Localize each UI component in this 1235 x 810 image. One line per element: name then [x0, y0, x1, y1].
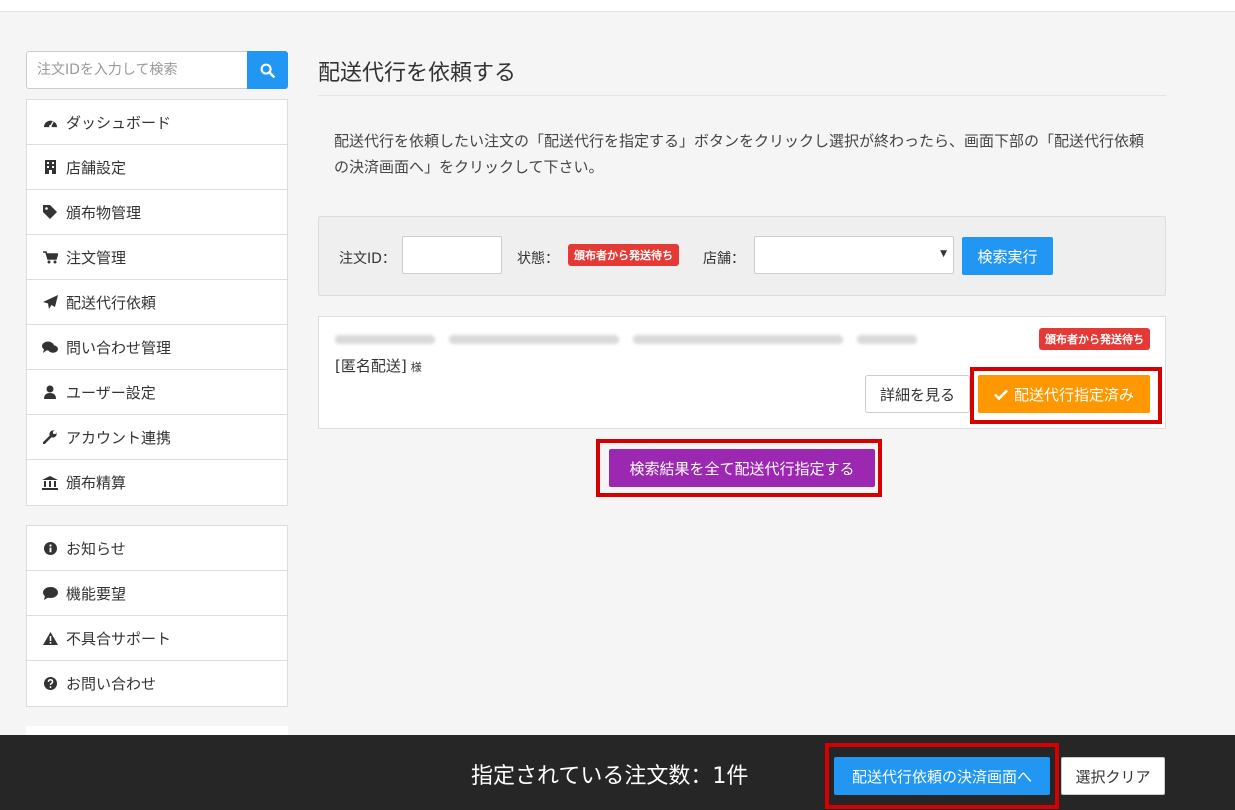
building-icon — [41, 160, 59, 174]
sidebar-support-menu: お知らせ 機能要望 不具合サポート お問い合わせ — [26, 525, 288, 707]
sidebar-item-news[interactable]: お知らせ — [27, 526, 287, 571]
sidebar-item-settlement[interactable]: 頒布精算 — [27, 460, 287, 505]
sidebar-item-label: お知らせ — [66, 539, 126, 558]
search-execute-button[interactable]: 検索実行 — [962, 237, 1053, 275]
check-icon — [994, 389, 1008, 400]
bank-icon — [41, 475, 59, 490]
blurred-order-details — [335, 335, 917, 344]
sidebar-main-menu: ダッシュボード 店舗設定 頒布物管理 注文管理 配送代行依頼 問い合わせ管理 ユ… — [26, 99, 288, 506]
view-details-button[interactable]: 詳細を見る — [865, 375, 970, 413]
wrench-icon — [41, 430, 59, 444]
page-title: 配送代行を依頼する — [318, 55, 1166, 96]
selected-order-count: 指定されている注文数：1件 — [471, 764, 749, 789]
sidebar-item-label: 配送代行依頼 — [66, 293, 157, 312]
filter-panel: 注文ID： 状態： 頒布者から発送待ち 店舗： ▼ 検索実行 — [318, 216, 1166, 296]
sidebar-item-store-settings[interactable]: 店舗設定 — [27, 145, 287, 190]
sidebar-item-feature-request[interactable]: 機能要望 — [27, 571, 287, 616]
sidebar-item-shipping-proxy[interactable]: 配送代行依頼 — [27, 280, 287, 325]
order-search — [26, 51, 288, 89]
order-id-input[interactable] — [402, 236, 502, 274]
sidebar-item-label: 機能要望 — [66, 584, 127, 603]
search-button[interactable] — [247, 51, 288, 89]
assign-all-button[interactable]: 検索結果を全て配送代行指定する — [609, 449, 875, 487]
warning-icon — [41, 631, 59, 645]
tag-icon — [41, 205, 59, 219]
checkout-button[interactable]: 配送代行依頼の決済画面へ — [834, 757, 1050, 795]
store-select[interactable]: ▼ — [754, 236, 954, 274]
sidebar-item-user-settings[interactable]: ユーザー設定 — [27, 370, 287, 415]
sidebar-item-label: アカウント連携 — [66, 428, 172, 447]
sidebar-item-distribution[interactable]: 頒布物管理 — [27, 190, 287, 235]
order-id-label: 注文ID： — [339, 251, 396, 267]
dropdown-caret-icon: ▼ — [940, 249, 947, 259]
assigned-button-label: 配送代行指定済み — [1013, 385, 1134, 404]
user-icon — [41, 385, 59, 399]
info-icon — [41, 541, 59, 555]
recipient-name: [匿名配送] 様 — [335, 355, 422, 376]
sidebar-item-account-link[interactable]: アカウント連携 — [27, 415, 287, 460]
sidebar-item-label: ユーザー設定 — [66, 383, 156, 402]
sidebar-item-inquiries[interactable]: 問い合わせ管理 — [27, 325, 287, 370]
honorific: 様 — [410, 361, 422, 374]
sidebar-item-bug-support[interactable]: 不具合サポート — [27, 616, 287, 661]
sidebar-item-label: ダッシュボード — [66, 113, 172, 132]
store-label: 店舗： — [703, 251, 745, 267]
recipient-label: [匿名配送] — [335, 357, 407, 375]
search-icon — [260, 63, 275, 78]
comment-icon — [41, 586, 59, 600]
sidebar-item-label: 不具合サポート — [66, 629, 172, 648]
sidebar-item-label: 注文管理 — [66, 248, 127, 267]
footer-bar: 指定されている注文数：1件 配送代行依頼の決済画面へ 選択クリア — [0, 735, 1235, 810]
order-status-badge: 頒布者から発送待ち — [1039, 328, 1150, 350]
top-bar — [0, 0, 1235, 12]
clear-selection-button[interactable]: 選択クリア — [1061, 757, 1165, 795]
cart-icon — [41, 250, 59, 264]
comments-icon — [41, 341, 59, 354]
dashboard-icon — [41, 116, 59, 129]
instruction-text: 配送代行を依頼したい注文の「配送代行を指定する」ボタンをクリックし選択が終わった… — [334, 132, 1145, 176]
status-badge: 頒布者から発送待ち — [568, 244, 679, 266]
sidebar-item-label: お問い合わせ — [66, 675, 157, 693]
sidebar-item-contact[interactable]: お問い合わせ — [27, 661, 287, 706]
order-search-input[interactable] — [26, 51, 247, 89]
sidebar-item-label: 頒布物管理 — [66, 203, 142, 222]
sidebar-item-dashboard[interactable]: ダッシュボード — [27, 100, 287, 145]
shipping-proxy-assigned-button[interactable]: 配送代行指定済み — [978, 375, 1150, 413]
paper-plane-icon — [41, 295, 59, 309]
sidebar-item-label: 頒布精算 — [66, 474, 127, 492]
status-label: 状態： — [517, 251, 559, 267]
sidebar-item-label: 店舗設定 — [66, 158, 127, 177]
sidebar-item-orders[interactable]: 注文管理 — [27, 235, 287, 280]
question-icon — [41, 677, 59, 690]
sidebar-item-label: 問い合わせ管理 — [66, 338, 172, 357]
